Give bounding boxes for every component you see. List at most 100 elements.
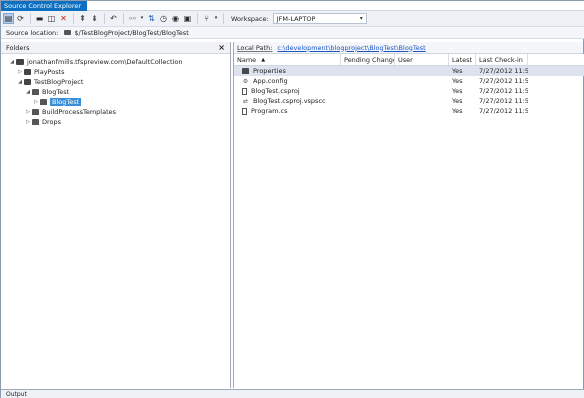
dropdown-arrow-icon[interactable]: ▾ <box>139 13 145 24</box>
undo-icon[interactable]: ↶ <box>108 13 119 24</box>
cell-pending-change <box>341 86 395 96</box>
tree-node[interactable]: ◢ jonathanfmills.tfspreview.com\DefaultC… <box>1 57 230 67</box>
collapsed-arrow-icon[interactable]: ▷ <box>24 119 32 125</box>
tree-node[interactable]: ▷ PlayPosts <box>1 67 230 77</box>
refresh-icon[interactable]: ⟳ <box>15 13 26 24</box>
collapsed-arrow-icon[interactable]: ▷ <box>16 69 24 75</box>
output-tab-label: Output <box>6 391 27 398</box>
chevron-down-icon: ▾ <box>359 15 363 22</box>
cs-file-icon <box>242 107 247 115</box>
annotate-icon[interactable]: ▣ <box>182 13 193 24</box>
workspace-value: JFM-LAPTOP <box>276 14 316 23</box>
expanded-arrow-icon[interactable]: ◢ <box>16 79 24 85</box>
expanded-arrow-icon[interactable]: ◢ <box>24 89 32 95</box>
column-header-label: Latest <box>452 55 473 64</box>
check-out-icon[interactable]: ⇟ <box>89 13 100 24</box>
toolbar-separator <box>30 13 31 24</box>
tree-node-label: BlogTest <box>42 88 70 96</box>
cell-user <box>395 106 449 116</box>
cell-last-check-in: 7/27/2012 11:5... <box>479 67 528 75</box>
branching-icon[interactable]: ⑂ <box>201 13 212 24</box>
folder-icon <box>32 119 39 125</box>
folder-icon <box>64 30 72 35</box>
collapsed-arrow-icon[interactable]: ▷ <box>24 109 32 115</box>
item-name: Properties <box>253 67 286 75</box>
tree-node[interactable]: ▷ Drops <box>1 117 230 127</box>
sort-ascending-icon: ▲ <box>261 56 266 63</box>
source-location-bar: Source location: $/TestBlogProject/BlogT… <box>1 27 584 39</box>
vspscc-file-icon: ⇄ <box>242 98 249 105</box>
tab-source-control-explorer[interactable]: Source Control Explorer ⊐ ✕ <box>1 1 101 11</box>
expanded-arrow-icon[interactable]: ◢ <box>8 59 16 65</box>
folders-pane-header: Folders × <box>1 42 230 54</box>
folder-icon <box>32 109 39 115</box>
tree-node[interactable]: ◢ BlogTest <box>1 87 230 97</box>
item-name: Program.cs <box>251 107 288 115</box>
folders-toggle-icon[interactable]: ▤ <box>3 13 14 24</box>
list-item[interactable]: ⚙ App.config Yes 7/27/2012 11:5... <box>234 76 584 86</box>
output-tab[interactable]: Output <box>1 389 584 398</box>
tree-node[interactable]: ▷ BuildProcessTemplates <box>1 107 230 117</box>
source-location-path[interactable]: $/TestBlogProject/BlogTest/BlogTest <box>74 29 188 37</box>
cell-user <box>395 66 449 76</box>
cell-latest: Yes <box>452 97 463 105</box>
list-item[interactable]: BlogTest.csproj Yes 7/27/2012 11:5... <box>234 86 584 96</box>
source-location-label: Source location: <box>6 28 59 37</box>
column-header-latest[interactable]: Latest <box>449 54 476 65</box>
cell-latest: Yes <box>452 77 463 85</box>
local-path-link[interactable]: c:\development\blogproject\BlogTest\Blog… <box>277 44 425 52</box>
close-tab-icon[interactable]: ✕ <box>96 3 101 10</box>
close-icon[interactable]: × <box>218 43 225 52</box>
tree-node-label: Drops <box>42 118 62 126</box>
config-file-icon: ⚙ <box>242 78 249 85</box>
new-folder-icon[interactable]: ▬ <box>34 13 45 24</box>
folder-icon <box>32 89 39 95</box>
history-icon[interactable]: ◷ <box>158 13 169 24</box>
cell-user <box>395 86 449 96</box>
toolbar-separator <box>197 13 198 24</box>
item-name: BlogTest.csproj <box>251 87 300 95</box>
get-latest-icon[interactable]: ⇅ <box>146 13 157 24</box>
cell-last-check-in: 7/27/2012 11:5... <box>479 77 528 85</box>
tree-node[interactable]: ◢ TestBlogProject <box>1 77 230 87</box>
workspace-dropdown[interactable]: JFM-LAPTOP ▾ <box>272 13 367 24</box>
column-header-user[interactable]: User <box>395 54 449 65</box>
toolbar-separator <box>223 13 224 24</box>
shelve-icon[interactable]: ◉ <box>170 13 181 24</box>
pin-icon[interactable]: ⊐ <box>87 3 92 10</box>
folders-pane-title: Folders <box>6 43 30 52</box>
item-name: BlogTest.csproj.vspscc <box>253 97 326 105</box>
list-item-selected[interactable]: Properties Yes 7/27/2012 11:5... <box>234 66 584 76</box>
folders-pane: Folders × ◢ jonathanfmills.tfspreview.co… <box>1 42 231 388</box>
add-items-icon[interactable]: ◫ <box>46 13 57 24</box>
cell-name: BlogTest.csproj <box>234 86 341 96</box>
cell-name: Program.cs <box>234 106 341 116</box>
delete-icon[interactable]: ✕ <box>58 13 69 24</box>
tree-node-selected[interactable]: ▷ BlogTest <box>1 97 230 107</box>
cell-name: Properties <box>234 66 341 76</box>
team-project-icon <box>24 69 31 75</box>
column-header-last-check-in[interactable]: Last Check-in <box>476 54 528 65</box>
check-in-icon[interactable]: ⇞ <box>77 13 88 24</box>
items-pane: Local Path: c:\development\blogproject\B… <box>233 42 584 388</box>
cell-user <box>395 96 449 106</box>
branching-dropdown-icon[interactable]: ▾ <box>213 13 219 24</box>
collapsed-arrow-icon[interactable]: ▷ <box>32 99 40 105</box>
column-header-name[interactable]: Name ▲ <box>234 54 341 65</box>
tree-node-label: PlayPosts <box>34 68 65 76</box>
folder-icon <box>40 99 47 105</box>
title-bar: Source Control Explorer ⊐ ✕ <box>1 1 584 11</box>
list-item[interactable]: ⇄ BlogTest.csproj.vspscc Yes 7/27/2012 1… <box>234 96 584 106</box>
column-header-pending-change[interactable]: Pending Change <box>341 54 395 65</box>
csproj-file-icon <box>242 87 247 95</box>
toolbar: ▤ ⟳ ▬ ◫ ✕ ⇞ ⇟ ↶ ⚯ ▾ ⇅ ◷ ◉ ▣ ⑂ ▾ Workspac… <box>1 11 584 27</box>
tree-node-label: BuildProcessTemplates <box>42 108 117 116</box>
column-header-label: Pending Change <box>344 55 395 64</box>
list-item[interactable]: Program.cs Yes 7/27/2012 11:5... <box>234 106 584 116</box>
cell-last-check-in: 7/27/2012 11:5... <box>479 107 528 115</box>
column-header-label: Last Check-in <box>479 55 523 64</box>
cell-pending-change <box>341 106 395 116</box>
column-header-label: Name <box>237 55 257 64</box>
compare-icon[interactable]: ⚯ <box>127 13 138 24</box>
toolbar-separator <box>73 13 74 24</box>
